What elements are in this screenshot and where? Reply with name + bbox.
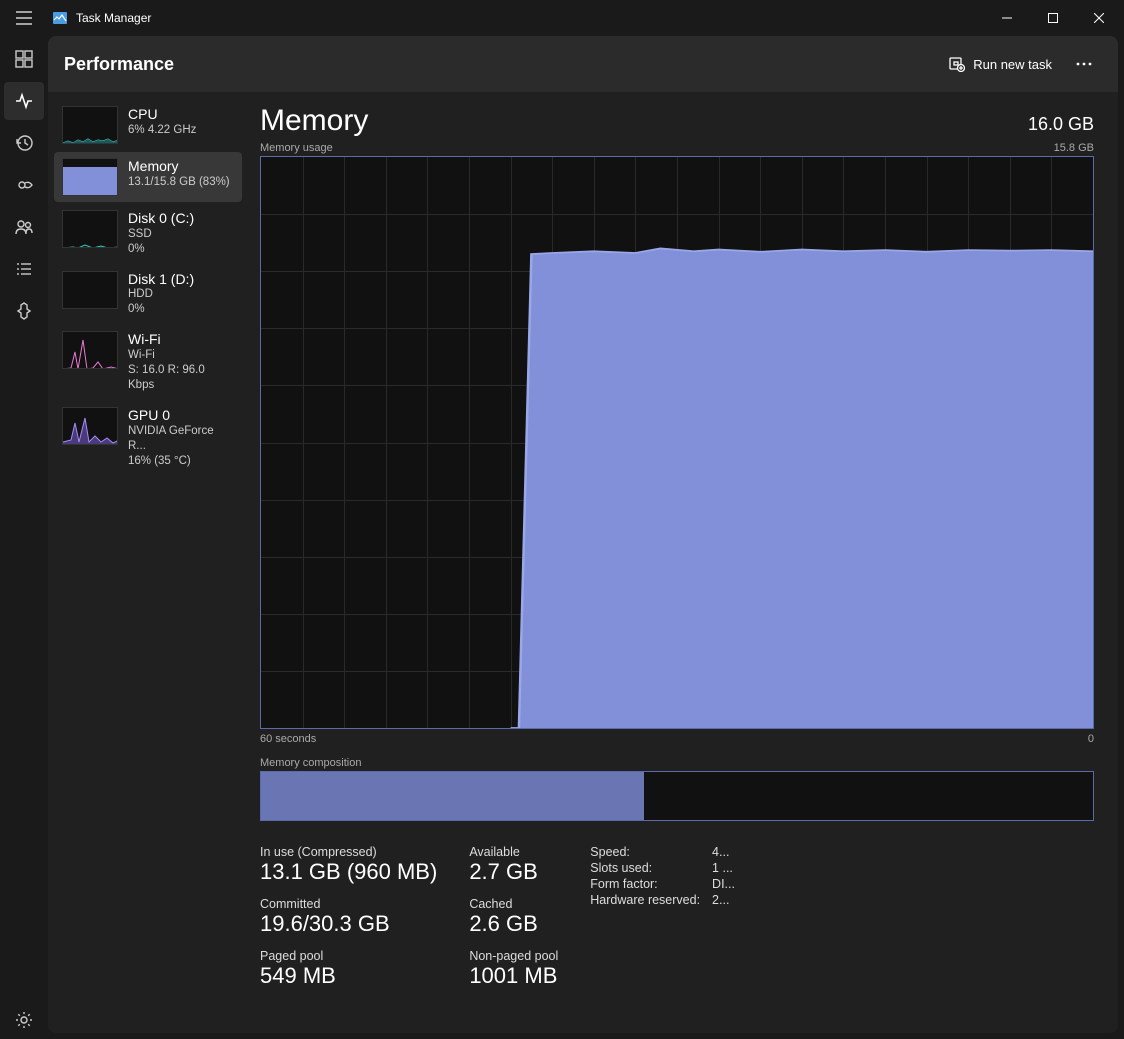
sidebar-wifi-title: Wi-Fi bbox=[128, 331, 234, 348]
speed-value: 4... bbox=[712, 845, 735, 859]
sidebar-disk0-title: Disk 0 (C:) bbox=[128, 210, 194, 227]
paged-label: Paged pool bbox=[260, 949, 437, 963]
nav-processes[interactable] bbox=[4, 40, 44, 78]
cpu-thumbnail bbox=[62, 106, 118, 144]
nav-users[interactable] bbox=[4, 208, 44, 246]
available-value: 2.7 GB bbox=[469, 859, 558, 885]
detail-total: 16.0 GB bbox=[1028, 114, 1094, 135]
detail-panel: Memory 16.0 GB Memory usage 15.8 GB bbox=[248, 92, 1118, 1033]
sidebar-cpu-title: CPU bbox=[128, 106, 196, 123]
usage-label: Memory usage bbox=[260, 142, 1054, 154]
usage-max: 15.8 GB bbox=[1054, 142, 1094, 154]
committed-label: Committed bbox=[260, 897, 437, 911]
sidebar-gpu0-title: GPU 0 bbox=[128, 407, 234, 424]
detail-title: Memory bbox=[260, 104, 1028, 138]
sidebar-disk1-title: Disk 1 (D:) bbox=[128, 271, 194, 288]
hw-value: 2... bbox=[712, 893, 735, 907]
sidebar-item-disk0[interactable]: Disk 0 (C:) SSD 0% bbox=[54, 204, 242, 263]
nav-rail bbox=[0, 36, 48, 1039]
speed-key: Speed: bbox=[590, 845, 700, 859]
nav-startup[interactable] bbox=[4, 166, 44, 204]
sidebar-disk1-sub: HDD bbox=[128, 287, 194, 302]
memory-composition-bar[interactable] bbox=[260, 771, 1094, 821]
memory-thumbnail bbox=[62, 158, 118, 196]
memory-usage-chart[interactable] bbox=[260, 156, 1094, 729]
hamburger-menu[interactable] bbox=[2, 0, 46, 36]
wifi-thumbnail bbox=[62, 331, 118, 369]
nonpaged-label: Non-paged pool bbox=[469, 949, 558, 963]
nav-services[interactable] bbox=[4, 292, 44, 330]
sidebar-memory-title: Memory bbox=[128, 158, 230, 175]
cached-value: 2.6 GB bbox=[469, 911, 558, 937]
nav-settings[interactable] bbox=[4, 1001, 44, 1039]
performance-sidebar: CPU 6% 4.22 GHz Memory 13.1/15.8 GB (83%… bbox=[48, 92, 248, 1033]
window-title: Task Manager bbox=[76, 11, 984, 25]
slots-key: Slots used: bbox=[590, 861, 700, 875]
committed-value: 19.6/30.3 GB bbox=[260, 911, 437, 937]
nav-app-history[interactable] bbox=[4, 124, 44, 162]
sidebar-item-wifi[interactable]: Wi-Fi Wi-Fi S: 16.0 R: 96.0 Kbps bbox=[54, 325, 242, 399]
hw-key: Hardware reserved: bbox=[590, 893, 700, 907]
sidebar-wifi-sub2: S: 16.0 R: 96.0 Kbps bbox=[128, 363, 234, 393]
composition-in-use bbox=[261, 772, 644, 820]
sidebar-item-cpu[interactable]: CPU 6% 4.22 GHz bbox=[54, 100, 242, 150]
xaxis-left: 60 seconds bbox=[260, 733, 1088, 745]
sidebar-gpu0-sub2: 16% (35 °C) bbox=[128, 454, 234, 469]
composition-label: Memory composition bbox=[260, 757, 1094, 769]
form-key: Form factor: bbox=[590, 877, 700, 891]
sidebar-item-gpu0[interactable]: GPU 0 NVIDIA GeForce R... 16% (35 °C) bbox=[54, 401, 242, 475]
in-use-label: In use (Compressed) bbox=[260, 845, 437, 859]
available-label: Available bbox=[469, 845, 558, 859]
disk1-thumbnail bbox=[62, 271, 118, 309]
nav-details[interactable] bbox=[4, 250, 44, 288]
form-value: DI... bbox=[712, 877, 735, 891]
page-header: Performance Run new task bbox=[48, 36, 1118, 92]
titlebar: Task Manager bbox=[0, 0, 1124, 36]
sidebar-wifi-sub: Wi-Fi bbox=[128, 348, 234, 363]
xaxis-right: 0 bbox=[1088, 733, 1094, 745]
in-use-value: 13.1 GB (960 MB) bbox=[260, 859, 437, 885]
disk0-thumbnail bbox=[62, 210, 118, 248]
run-new-task-button[interactable]: Run new task bbox=[939, 50, 1062, 78]
sidebar-gpu0-sub: NVIDIA GeForce R... bbox=[128, 424, 234, 454]
sidebar-disk1-sub2: 0% bbox=[128, 302, 194, 317]
run-task-icon bbox=[949, 56, 965, 72]
run-task-label: Run new task bbox=[973, 57, 1052, 72]
cached-label: Cached bbox=[469, 897, 558, 911]
hardware-info: Speed: 4... Slots used: 1 ... Form facto… bbox=[590, 845, 735, 1001]
slots-value: 1 ... bbox=[712, 861, 735, 875]
sidebar-item-disk1[interactable]: Disk 1 (D:) HDD 0% bbox=[54, 265, 242, 324]
sidebar-memory-sub: 13.1/15.8 GB (83%) bbox=[128, 175, 230, 190]
more-options-button[interactable] bbox=[1066, 62, 1102, 66]
sidebar-disk0-sub2: 0% bbox=[128, 242, 194, 257]
paged-value: 549 MB bbox=[260, 963, 437, 989]
sidebar-item-memory[interactable]: Memory 13.1/15.8 GB (83%) bbox=[54, 152, 242, 202]
maximize-button[interactable] bbox=[1030, 0, 1076, 36]
stats-panel: In use (Compressed) 13.1 GB (960 MB) Com… bbox=[260, 845, 1094, 1001]
nav-performance[interactable] bbox=[4, 82, 44, 120]
sidebar-disk0-sub: SSD bbox=[128, 227, 194, 242]
nonpaged-value: 1001 MB bbox=[469, 963, 558, 989]
close-button[interactable] bbox=[1076, 0, 1122, 36]
minimize-button[interactable] bbox=[984, 0, 1030, 36]
app-icon bbox=[52, 10, 68, 26]
sidebar-cpu-sub: 6% 4.22 GHz bbox=[128, 123, 196, 138]
gpu0-thumbnail bbox=[62, 407, 118, 445]
page-title: Performance bbox=[64, 54, 939, 75]
